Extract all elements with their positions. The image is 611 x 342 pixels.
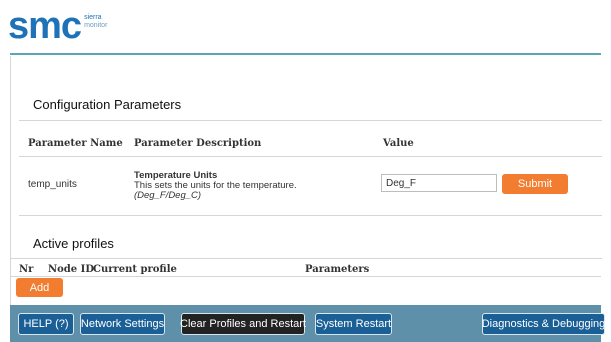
param-name-temp-units: temp_units bbox=[28, 179, 77, 190]
col-header-node-id: Node ID bbox=[48, 264, 94, 275]
logo-subtitle: sierra monitor bbox=[84, 14, 107, 30]
config-title-divider bbox=[19, 120, 602, 121]
add-profile-button[interactable]: Add bbox=[16, 278, 63, 297]
config-header-divider bbox=[19, 156, 602, 157]
header-divider bbox=[10, 53, 601, 55]
config-row-divider bbox=[19, 215, 602, 216]
config-section-title: Configuration Parameters bbox=[33, 97, 182, 112]
smc-logo: smc sierra monitor bbox=[8, 5, 107, 47]
param-desc-options: (Deg_F/Deg_C) bbox=[134, 190, 202, 201]
profiles-section-title: Active profiles bbox=[33, 236, 114, 251]
footer-toolbar: HELP (?) Network Settings Clear Profiles… bbox=[10, 305, 605, 342]
logo-text: smc bbox=[8, 5, 82, 47]
param-description: Temperature Units This sets the units fo… bbox=[134, 171, 297, 201]
profiles-title-divider bbox=[11, 258, 602, 259]
logo-sub-sierra: sierra bbox=[84, 14, 102, 21]
header: smc sierra monitor bbox=[0, 0, 611, 52]
help-button[interactable]: HELP (?) bbox=[18, 313, 74, 335]
clear-profiles-restart-button[interactable]: Clear Profiles and Restart bbox=[180, 313, 306, 335]
col-header-parameters: Parameters bbox=[305, 264, 370, 275]
col-header-parameter-description: Parameter Description bbox=[134, 138, 262, 149]
app-frame: smc sierra monitor Configuration Paramet… bbox=[0, 0, 611, 342]
col-header-nr: Nr bbox=[19, 264, 34, 275]
col-header-parameter-name: Parameter Name bbox=[28, 138, 123, 149]
col-header-current-profile: Current profile bbox=[93, 264, 177, 275]
diagnostics-debugging-button[interactable]: Diagnostics & Debugging bbox=[482, 313, 605, 335]
system-restart-button[interactable]: System Restart bbox=[315, 313, 392, 335]
submit-button[interactable]: Submit bbox=[502, 174, 568, 194]
network-settings-button[interactable]: Network Settings bbox=[80, 313, 165, 335]
logo-sub-monitor: monitor bbox=[84, 22, 108, 29]
temp-units-value-input[interactable] bbox=[381, 174, 497, 192]
profiles-header-divider bbox=[10, 276, 601, 277]
col-header-value: Value bbox=[383, 138, 414, 149]
